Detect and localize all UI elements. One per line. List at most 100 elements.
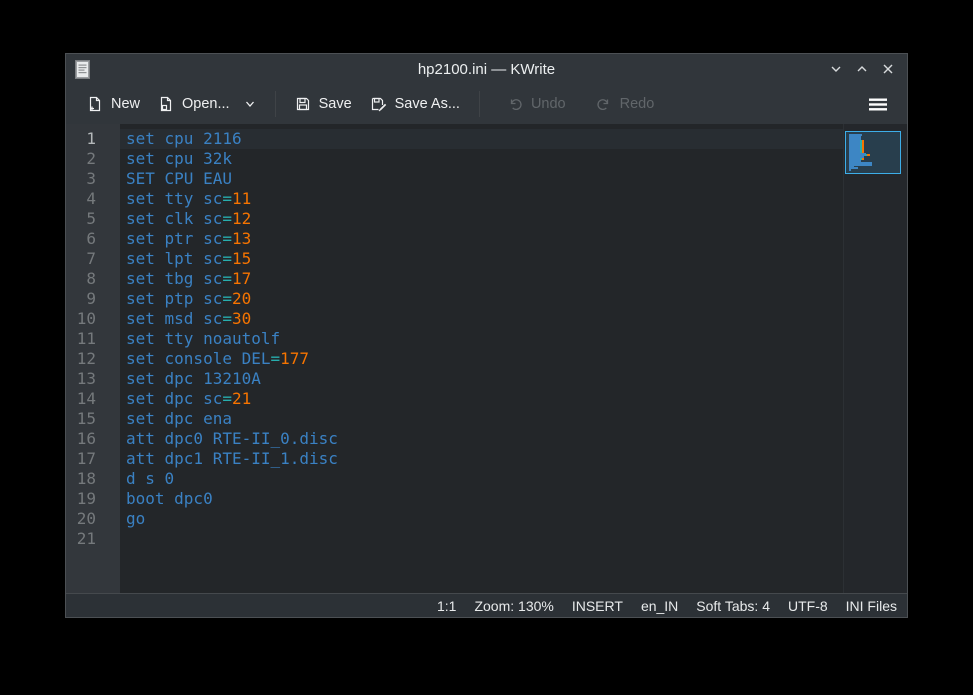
code-line[interactable]: boot dpc0 [120,489,843,509]
new-document-icon [87,96,103,112]
code-segment: set ptr sc [126,229,222,248]
minimap-line-mark [862,158,864,160]
code-segment: = [222,309,232,328]
line-number[interactable]: 4 [66,189,120,209]
line-number[interactable]: 20 [66,509,120,529]
code-segment: 13 [232,229,251,248]
code-segment: SET CPU EAU [126,169,232,188]
line-number[interactable]: 14 [66,389,120,409]
save-icon [295,96,311,112]
save-as-button[interactable]: Save As... [361,89,469,119]
code-segment: set tbg sc [126,269,222,288]
line-number[interactable]: 11 [66,329,120,349]
line-number[interactable]: 7 [66,249,120,269]
chevron-down-icon [829,62,843,76]
maximize-button[interactable] [853,61,870,78]
toolbar: New Open... Save Save [66,84,907,124]
minimap-viewport[interactable] [845,131,901,174]
statusbar-tab-settings[interactable]: Soft Tabs: 4 [696,598,770,614]
hamburger-icon [868,97,888,112]
line-number[interactable]: 15 [66,409,120,429]
line-number[interactable]: 2 [66,149,120,169]
line-number[interactable]: 10 [66,309,120,329]
statusbar-syntax-mode[interactable]: INI Files [846,598,897,614]
titlebar[interactable]: hp2100.ini — KWrite [66,54,907,84]
line-number-gutter[interactable]: 123456789101112131415161718192021 [66,124,120,593]
line-number[interactable]: 17 [66,449,120,469]
code-line[interactable]: set dpc sc=21 [120,389,843,409]
redo-button[interactable]: Redo [587,89,664,119]
code-segment: set ptp sc [126,289,222,308]
line-number[interactable]: 13 [66,369,120,389]
statusbar-cursor-position[interactable]: 1:1 [437,598,456,614]
code-segment: set cpu 2116 [126,129,242,148]
minimap-scrollbar[interactable] [843,124,907,593]
kwrite-window: hp2100.ini — KWrite New [65,53,908,618]
code-segment: = [222,269,232,288]
code-line[interactable]: set clk sc=12 [120,209,843,229]
toolbar-separator [275,91,276,117]
line-number[interactable]: 1 [66,129,120,149]
toolbar-separator [479,91,480,117]
code-segment: 20 [232,289,251,308]
statusbar-encoding[interactable]: UTF-8 [788,598,828,614]
line-number[interactable]: 16 [66,429,120,449]
code-segment: set lpt sc [126,249,222,268]
code-line[interactable]: set dpc 13210A [120,369,843,389]
statusbar-insert-mode[interactable]: INSERT [572,598,623,614]
line-number[interactable]: 18 [66,469,120,489]
code-line[interactable]: set ptp sc=20 [120,289,843,309]
code-line[interactable]: set cpu 32k [120,149,843,169]
line-number[interactable]: 19 [66,489,120,509]
menu-button[interactable] [862,91,894,118]
minimize-button[interactable] [827,61,844,78]
close-button[interactable] [879,61,896,78]
code-segment: 177 [280,349,309,368]
save-as-button-label: Save As... [395,96,460,112]
code-line[interactable]: set tty sc=11 [120,189,843,209]
code-line[interactable]: set dpc ena [120,409,843,429]
line-number[interactable]: 8 [66,269,120,289]
save-button[interactable]: Save [286,89,361,119]
code-segment: att dpc1 RTE-II_1.disc [126,449,338,468]
line-number[interactable]: 21 [66,529,120,549]
open-button-label: Open... [182,96,230,112]
code-line[interactable]: set console DEL=177 [120,349,843,369]
code-line[interactable]: set lpt sc=15 [120,249,843,269]
code-segment: = [222,189,232,208]
line-number[interactable]: 5 [66,209,120,229]
code-area[interactable]: set cpu 2116set cpu 32kSET CPU EAUset tt… [120,124,843,593]
code-line[interactable]: set ptr sc=13 [120,229,843,249]
code-segment: 17 [232,269,251,288]
code-line[interactable]: set cpu 2116 [120,129,843,149]
statusbar-zoom-level[interactable]: Zoom: 130% [474,598,553,614]
code-segment: set cpu 32k [126,149,232,168]
code-line[interactable]: att dpc0 RTE-II_0.disc [120,429,843,449]
code-line[interactable]: set tty noautolf [120,329,843,349]
undo-button[interactable]: Undo [498,89,575,119]
code-segment: d s 0 [126,469,174,488]
open-button[interactable]: Open... [149,89,265,119]
code-segment: 15 [232,249,251,268]
line-number[interactable]: 6 [66,229,120,249]
editor: 123456789101112131415161718192021 set cp… [66,124,907,593]
close-icon [881,62,895,76]
line-number[interactable]: 3 [66,169,120,189]
code-line[interactable]: d s 0 [120,469,843,489]
code-line[interactable]: set tbg sc=17 [120,269,843,289]
statusbar-dictionary[interactable]: en_IN [641,598,678,614]
line-number[interactable]: 12 [66,349,120,369]
code-line[interactable] [120,529,843,549]
code-line[interactable]: SET CPU EAU [120,169,843,189]
window-title: hp2100.ini — KWrite [66,61,907,78]
code-segment: set tty noautolf [126,329,280,348]
code-line[interactable]: att dpc1 RTE-II_1.disc [120,449,843,469]
code-line[interactable]: go [120,509,843,529]
new-button[interactable]: New [78,89,149,119]
code-segment: set dpc ena [126,409,232,428]
line-number[interactable]: 9 [66,289,120,309]
code-segment: 11 [232,189,251,208]
code-segment: = [222,249,232,268]
code-line[interactable]: set msd sc=30 [120,309,843,329]
chevron-up-icon [855,62,869,76]
